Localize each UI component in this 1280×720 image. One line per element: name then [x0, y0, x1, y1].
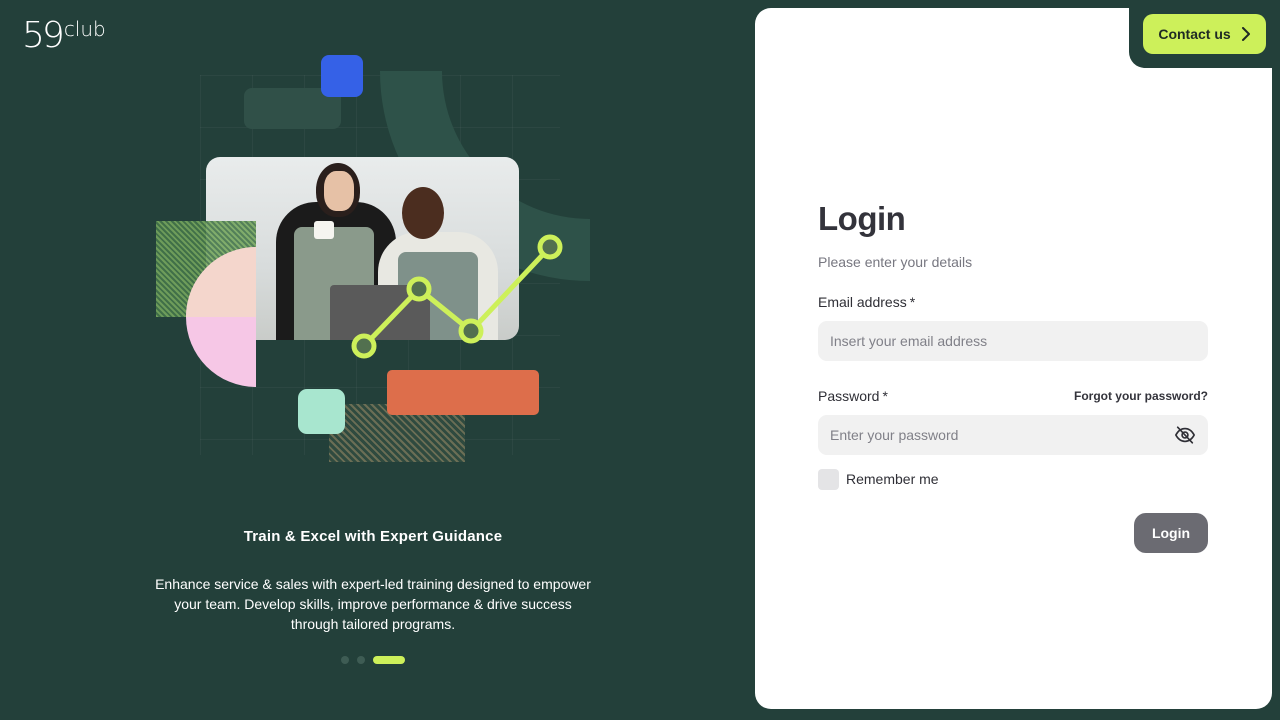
- logo-number: 59: [22, 15, 65, 56]
- logo-word: club: [63, 17, 106, 41]
- password-label-text: Password: [818, 388, 880, 404]
- trend-line-graphic: [351, 234, 563, 359]
- remember-me-checkbox[interactable]: [818, 469, 839, 490]
- carousel-description: Enhance service & sales with expert-led …: [155, 576, 591, 632]
- email-label: Email address *: [818, 294, 915, 310]
- carousel-title: Train & Excel with Expert Guidance: [243, 528, 503, 545]
- contact-us-label: Contact us: [1158, 26, 1231, 42]
- carousel-dots: [341, 656, 405, 664]
- carousel-dot-3-active[interactable]: [373, 656, 405, 664]
- email-label-text: Email address: [818, 294, 907, 310]
- password-input[interactable]: [818, 415, 1208, 455]
- carousel-dot-2[interactable]: [357, 656, 365, 664]
- login-subtitle: Please enter your details: [818, 254, 973, 270]
- hero-illustration: [150, 50, 600, 470]
- carousel-dot-1[interactable]: [341, 656, 349, 664]
- required-marker: *: [882, 388, 888, 404]
- login-button[interactable]: Login: [1134, 513, 1208, 553]
- brand-logo[interactable]: 59 club: [22, 18, 106, 54]
- remember-me-label[interactable]: Remember me: [846, 471, 939, 487]
- forgot-password-link[interactable]: Forgot your password?: [1040, 389, 1208, 403]
- chevron-right-icon: [1241, 27, 1250, 41]
- contact-us-button[interactable]: Contact us: [1143, 14, 1266, 54]
- eye-off-icon[interactable]: [1174, 424, 1196, 446]
- password-label: Password *: [818, 388, 888, 404]
- login-title: Login: [818, 200, 906, 237]
- email-input[interactable]: [818, 321, 1208, 361]
- required-marker: *: [909, 294, 916, 310]
